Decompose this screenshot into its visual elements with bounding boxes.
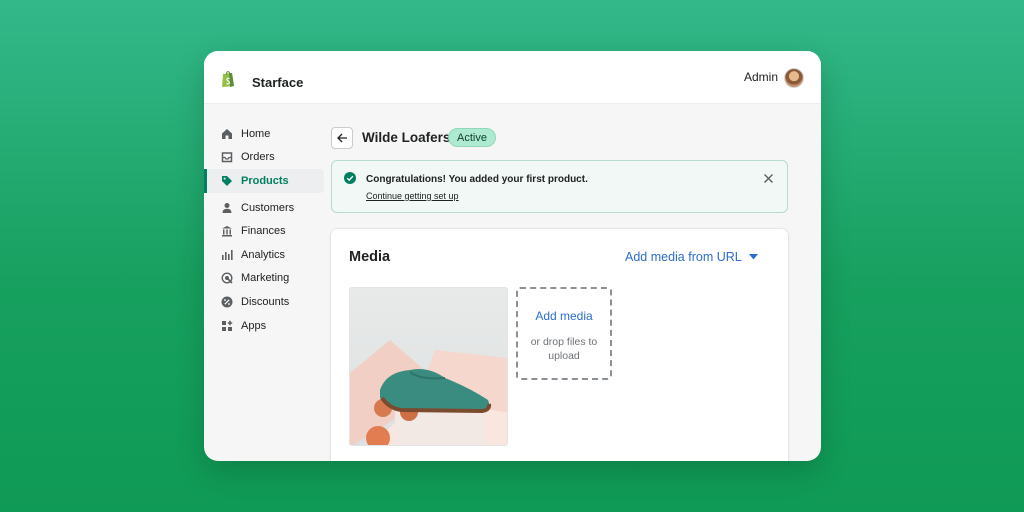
dropzone-hint: or drop files to upload — [530, 336, 598, 362]
top-bar: Starface Admin — [204, 51, 821, 104]
bar-chart-icon — [222, 249, 233, 260]
caret-down-icon — [748, 254, 758, 260]
sidebar-item-label: Finances — [241, 225, 286, 238]
person-icon — [222, 202, 232, 213]
percent-icon — [221, 296, 233, 308]
sidebar-item-orders[interactable]: Orders — [204, 146, 324, 170]
user-menu-label[interactable]: Admin — [744, 70, 778, 84]
store-name: Starface — [252, 75, 304, 90]
shopify-logo-icon — [222, 70, 234, 87]
avatar[interactable] — [784, 68, 804, 88]
media-card: Media Add media from URL Add media or dr… — [331, 229, 788, 461]
tag-icon — [222, 175, 232, 186]
banner-link[interactable]: Continue getting set up — [366, 191, 459, 201]
add-media-from-url-label: Add media from URL — [625, 250, 742, 264]
add-media-from-url-button[interactable]: Add media from URL — [625, 250, 758, 264]
shoe-product-image — [350, 288, 507, 445]
page-title: Wilde Loafers — [362, 130, 451, 145]
media-dropzone[interactable]: Add media or drop files to upload — [516, 287, 612, 380]
product-image-thumbnail[interactable] — [349, 287, 508, 446]
status-badge: Active — [448, 128, 496, 147]
sidebar-item-home[interactable]: Home — [204, 122, 324, 146]
back-button[interactable] — [331, 127, 353, 149]
sidebar-item-label: Discounts — [241, 295, 290, 308]
arrow-left-icon — [336, 133, 347, 143]
sidebar-item-label: Products — [241, 174, 289, 187]
check-circle-icon — [344, 172, 356, 184]
sidebar-item-apps[interactable]: Apps — [204, 314, 324, 338]
sidebar-item-label: Marketing — [241, 272, 290, 285]
sidebar-item-analytics[interactable]: Analytics — [204, 243, 324, 267]
sidebar-item-marketing[interactable]: Marketing — [204, 267, 324, 291]
sidebar-item-label: Orders — [241, 151, 275, 164]
sidebar-item-label: Home — [241, 127, 271, 140]
sidebar-item-products[interactable]: Products — [204, 169, 324, 193]
close-icon[interactable] — [763, 173, 774, 184]
sidebar-item-label: Analytics — [241, 248, 286, 261]
admin-window: Starface Admin Home Orders Products Cust… — [204, 51, 821, 461]
sidebar-item-finances[interactable]: Finances — [204, 219, 324, 243]
home-icon — [222, 128, 232, 139]
inbox-icon — [221, 152, 233, 163]
sidebar-item-discounts[interactable]: Discounts — [204, 290, 324, 314]
banner-message: Congratulations! You added your first pr… — [366, 174, 588, 185]
bank-icon — [222, 226, 232, 237]
sidebar-item-customers[interactable]: Customers — [204, 196, 324, 220]
target-icon — [221, 272, 233, 284]
apps-grid-icon — [222, 320, 233, 331]
add-media-button[interactable]: Add media — [518, 309, 610, 323]
media-card-title: Media — [349, 249, 391, 265]
sidebar-item-label: Customers — [241, 201, 295, 214]
success-banner: Congratulations! You added your first pr… — [331, 160, 788, 213]
sidebar-item-label: Apps — [241, 319, 267, 332]
sidebar-nav: Home Orders Products Customers Finances … — [204, 122, 324, 337]
